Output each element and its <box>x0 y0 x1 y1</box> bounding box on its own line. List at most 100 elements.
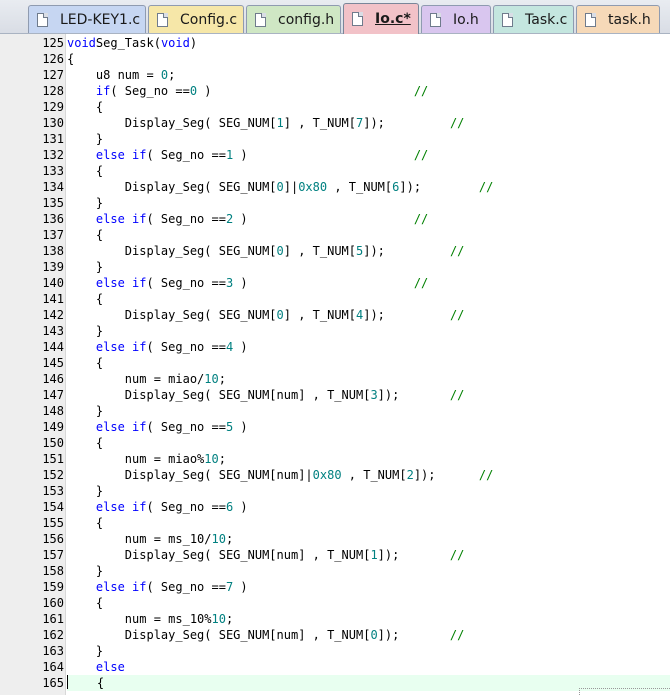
code-line[interactable]: 158 } <box>0 563 670 579</box>
tab-io-h[interactable]: Io.h <box>421 5 491 33</box>
number-token: 1 <box>370 548 378 562</box>
code-line[interactable]: 160 { <box>0 595 670 611</box>
code-text[interactable]: } <box>67 131 670 147</box>
code-line[interactable]: 126{ <box>0 51 670 67</box>
tab-config-h[interactable]: config.h <box>246 5 341 33</box>
code-line[interactable]: 137 { <box>0 227 670 243</box>
code-text[interactable]: num = miao/10; <box>67 371 670 387</box>
code-text[interactable]: Display_Seg( SEG_NUM[0] , T_NUM[5]); // <box>67 243 670 259</box>
code-line[interactable]: 128 if( Seg_no ==0 ) // <box>0 83 670 99</box>
code-text[interactable]: } <box>67 323 670 339</box>
code-line[interactable]: 149 else if( Seg_no ==5 ) <box>0 419 670 435</box>
code-text[interactable]: { <box>67 435 670 451</box>
code-line[interactable]: 162 Display_Seg( SEG_NUM[num] , T_NUM[0]… <box>0 627 670 643</box>
code-line[interactable]: 139 } <box>0 259 670 275</box>
code-text[interactable]: num = miao%10; <box>67 451 670 467</box>
code-line[interactable]: 146 num = miao/10; <box>0 371 670 387</box>
code-line[interactable]: 125 voidSeg_Task(void) <box>0 35 670 51</box>
code-text[interactable]: else if( Seg_no ==6 ) <box>67 499 670 515</box>
tab-label: Io.h <box>453 11 479 28</box>
code-lines[interactable]: 125 voidSeg_Task(void) 126{127 u8 num = 0;… <box>0 35 670 691</box>
tab-led-key1-c[interactable]: LED-KEY1.c <box>28 5 146 33</box>
code-token: ] , T_NUM[ <box>283 244 356 258</box>
code-text[interactable]: } <box>67 195 670 211</box>
code-text[interactable]: else if( Seg_no ==2 ) // <box>67 211 670 227</box>
code-line[interactable]: 154 else if( Seg_no ==6 ) <box>0 499 670 515</box>
code-line[interactable]: 141 { <box>0 291 670 307</box>
code-line[interactable]: 164 else <box>0 659 670 675</box>
number-token: 0 <box>276 180 284 194</box>
code-text[interactable]: } <box>67 643 670 659</box>
code-text[interactable]: else if( Seg_no ==7 ) <box>67 579 670 595</box>
code-text[interactable]: } <box>67 403 670 419</box>
code-text[interactable]: else if( Seg_no ==3 ) // <box>67 275 670 291</box>
tab-task-h[interactable]: task.h <box>576 5 660 33</box>
code-text[interactable]: else <box>67 659 670 675</box>
code-line[interactable]: 142 Display_Seg( SEG_NUM[0] , T_NUM[4]);… <box>0 307 670 323</box>
code-text[interactable]: { <box>67 355 670 371</box>
code-text[interactable]: else if( Seg_no ==5 ) <box>67 419 670 435</box>
code-text[interactable]: Display_Seg( SEG_NUM[0] , T_NUM[4]); // <box>67 307 670 323</box>
code-line[interactable]: 143 } <box>0 323 670 339</box>
code-text[interactable]: num = ms_10/10; <box>67 531 670 547</box>
code-line[interactable]: 155 { <box>0 515 670 531</box>
code-line[interactable]: 132 else if( Seg_no ==1 ) // <box>0 147 670 163</box>
code-text[interactable]: Display_Seg( SEG_NUM[num] , T_NUM[0]); /… <box>67 627 670 643</box>
code-line[interactable]: 147 Display_Seg( SEG_NUM[num] , T_NUM[3]… <box>0 387 670 403</box>
code-line[interactable]: 131 } <box>0 131 670 147</box>
code-editor[interactable]: 125 voidSeg_Task(void) 126{127 u8 num = 0;… <box>0 34 670 695</box>
code-line[interactable]: 157 Display_Seg( SEG_NUM[num] , T_NUM[1]… <box>0 547 670 563</box>
code-line[interactable]: 145 { <box>0 355 670 371</box>
code-line[interactable]: 148 } <box>0 403 670 419</box>
code-line[interactable]: 165 { <box>0 675 670 691</box>
code-token: { <box>67 228 104 242</box>
tab-io-c[interactable]: Io.c* <box>343 3 419 34</box>
code-text[interactable]: Display_Seg( SEG_NUM[num] , T_NUM[1]); /… <box>67 547 670 563</box>
code-text[interactable]: Display_Seg( SEG_NUM[num] , T_NUM[3]); /… <box>67 387 670 403</box>
code-line[interactable]: 136 else if( Seg_no ==2 ) // <box>0 211 670 227</box>
line-number: 148 <box>42 404 64 418</box>
code-line[interactable]: 161 num = ms_10%10; <box>0 611 670 627</box>
code-line[interactable]: 129 { <box>0 99 670 115</box>
code-token: Display_Seg( SEG_NUM[ <box>67 244 277 258</box>
code-line[interactable]: 159 else if( Seg_no ==7 ) <box>0 579 670 595</box>
code-text[interactable]: if( Seg_no ==0 ) // <box>67 83 670 99</box>
code-text[interactable]: { <box>67 51 670 67</box>
code-line[interactable]: 156 num = ms_10/10; <box>0 531 670 547</box>
line-number: 131 <box>42 132 64 146</box>
code-text[interactable]: voidSeg_Task(void) <box>67 35 670 51</box>
code-line[interactable]: 151 num = miao%10; <box>0 451 670 467</box>
code-line[interactable]: 140 else if( Seg_no ==3 ) // <box>0 275 670 291</box>
tab-config-c[interactable]: Config.c <box>148 5 244 33</box>
code-line[interactable]: 144 else if( Seg_no ==4 ) <box>0 339 670 355</box>
code-token: u8 num = <box>67 68 161 82</box>
code-line[interactable]: 133 { <box>0 163 670 179</box>
code-line[interactable]: 135 } <box>0 195 670 211</box>
code-text[interactable]: } <box>67 483 670 499</box>
code-text[interactable]: u8 num = 0; <box>67 67 670 83</box>
code-line[interactable]: 138 Display_Seg( SEG_NUM[0] , T_NUM[5]);… <box>0 243 670 259</box>
code-text[interactable]: } <box>67 563 670 579</box>
code-text[interactable]: { <box>67 227 670 243</box>
code-line[interactable]: 153 } <box>0 483 670 499</box>
code-text[interactable]: { <box>67 99 670 115</box>
code-text[interactable]: else if( Seg_no ==1 ) // <box>67 147 670 163</box>
code-line[interactable]: 163 } <box>0 643 670 659</box>
code-token: ) <box>233 212 414 226</box>
code-text[interactable]: Display_Seg( SEG_NUM[0]|0x80 , T_NUM[6])… <box>67 179 670 195</box>
code-text[interactable]: else if( Seg_no ==4 ) <box>67 339 670 355</box>
code-line[interactable]: 130 Display_Seg( SEG_NUM[1] , T_NUM[7]);… <box>0 115 670 131</box>
code-text[interactable]: Display_Seg( SEG_NUM[1] , T_NUM[7]); // <box>67 115 670 131</box>
code-text[interactable]: { <box>67 163 670 179</box>
code-text[interactable]: { <box>67 515 670 531</box>
code-text[interactable]: } <box>67 259 670 275</box>
code-line[interactable]: 152 Display_Seg( SEG_NUM[num]|0x80 , T_N… <box>0 467 670 483</box>
code-text[interactable]: { <box>67 595 670 611</box>
code-line[interactable]: 150 { <box>0 435 670 451</box>
code-line[interactable]: 127 u8 num = 0; <box>0 67 670 83</box>
code-text[interactable]: Display_Seg( SEG_NUM[num]|0x80 , T_NUM[2… <box>67 467 670 483</box>
code-line[interactable]: 134 Display_Seg( SEG_NUM[0]|0x80 , T_NUM… <box>0 179 670 195</box>
code-text[interactable]: num = ms_10%10; <box>67 611 670 627</box>
code-text[interactable]: { <box>67 291 670 307</box>
tab-task-c[interactable]: Task.c <box>493 5 574 33</box>
